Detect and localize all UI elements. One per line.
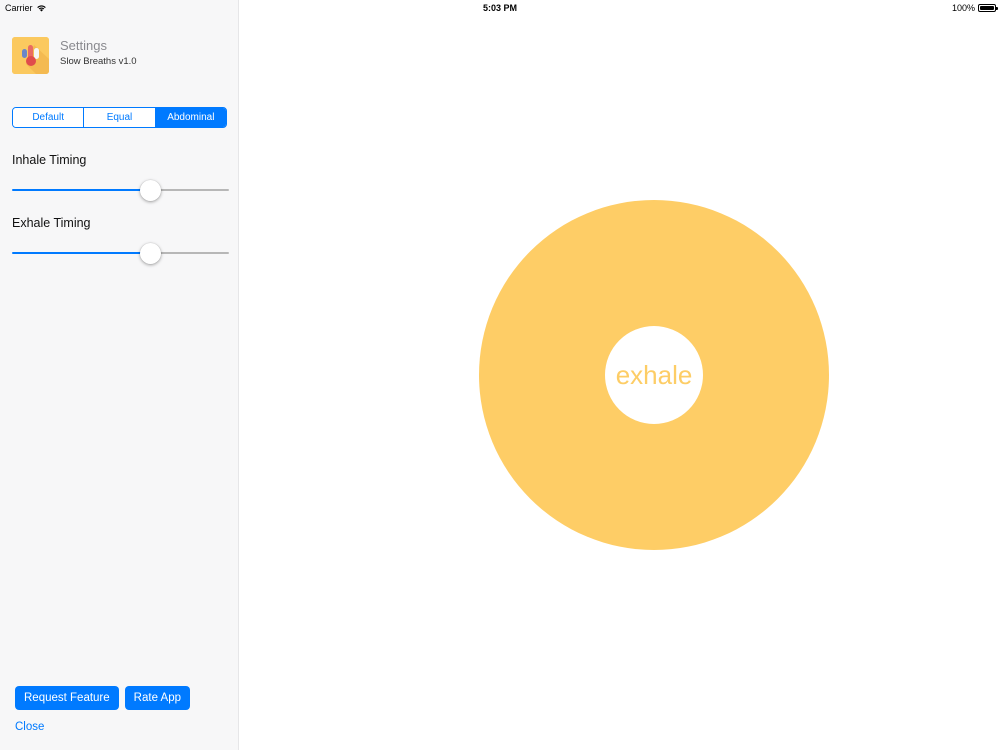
slider-track-empty [150,252,229,254]
mode-abdominal-segment[interactable]: Abdominal [155,108,226,127]
app-version: Slow Breaths v1.0 [60,56,137,67]
app-header: Settings Slow Breaths v1.0 [12,37,137,74]
settings-sidebar: Settings Slow Breaths v1.0 Default Equal… [0,0,239,750]
footer-actions: Request Feature Rate App [15,686,190,710]
slider-track-filled [12,189,150,191]
mode-default-segment[interactable]: Default [13,108,85,127]
status-bar: Carrier 5:03 PM 100% [0,0,1000,16]
inhale-timing-slider[interactable] [12,178,229,202]
exhale-timing-slider[interactable] [12,241,229,265]
battery-percent: 100% [951,3,975,13]
breathing-area: exhale [240,0,1000,750]
status-time: 5:03 PM [482,3,517,13]
battery-indicator: 100% [951,3,998,13]
breath-phase-label: exhale [615,359,693,390]
request-feature-button[interactable]: Request Feature [15,686,119,710]
slider-track-filled [12,252,150,254]
exhale-timing-label: Exhale Timing [12,216,91,230]
breathing-mode-control: Default Equal Abdominal [12,107,227,128]
settings-title: Settings [60,38,107,53]
slider-thumb[interactable] [139,243,161,264]
slider-track-empty [150,189,229,191]
inhale-timing-label: Inhale Timing [12,153,87,167]
mode-equal-segment[interactable]: Equal [84,108,156,127]
phase-center: exhale [605,326,703,424]
battery-icon [978,4,998,12]
slider-thumb[interactable] [139,180,161,201]
close-button[interactable]: Close [15,721,44,733]
rate-app-button[interactable]: Rate App [124,686,190,710]
app-icon [12,37,49,74]
